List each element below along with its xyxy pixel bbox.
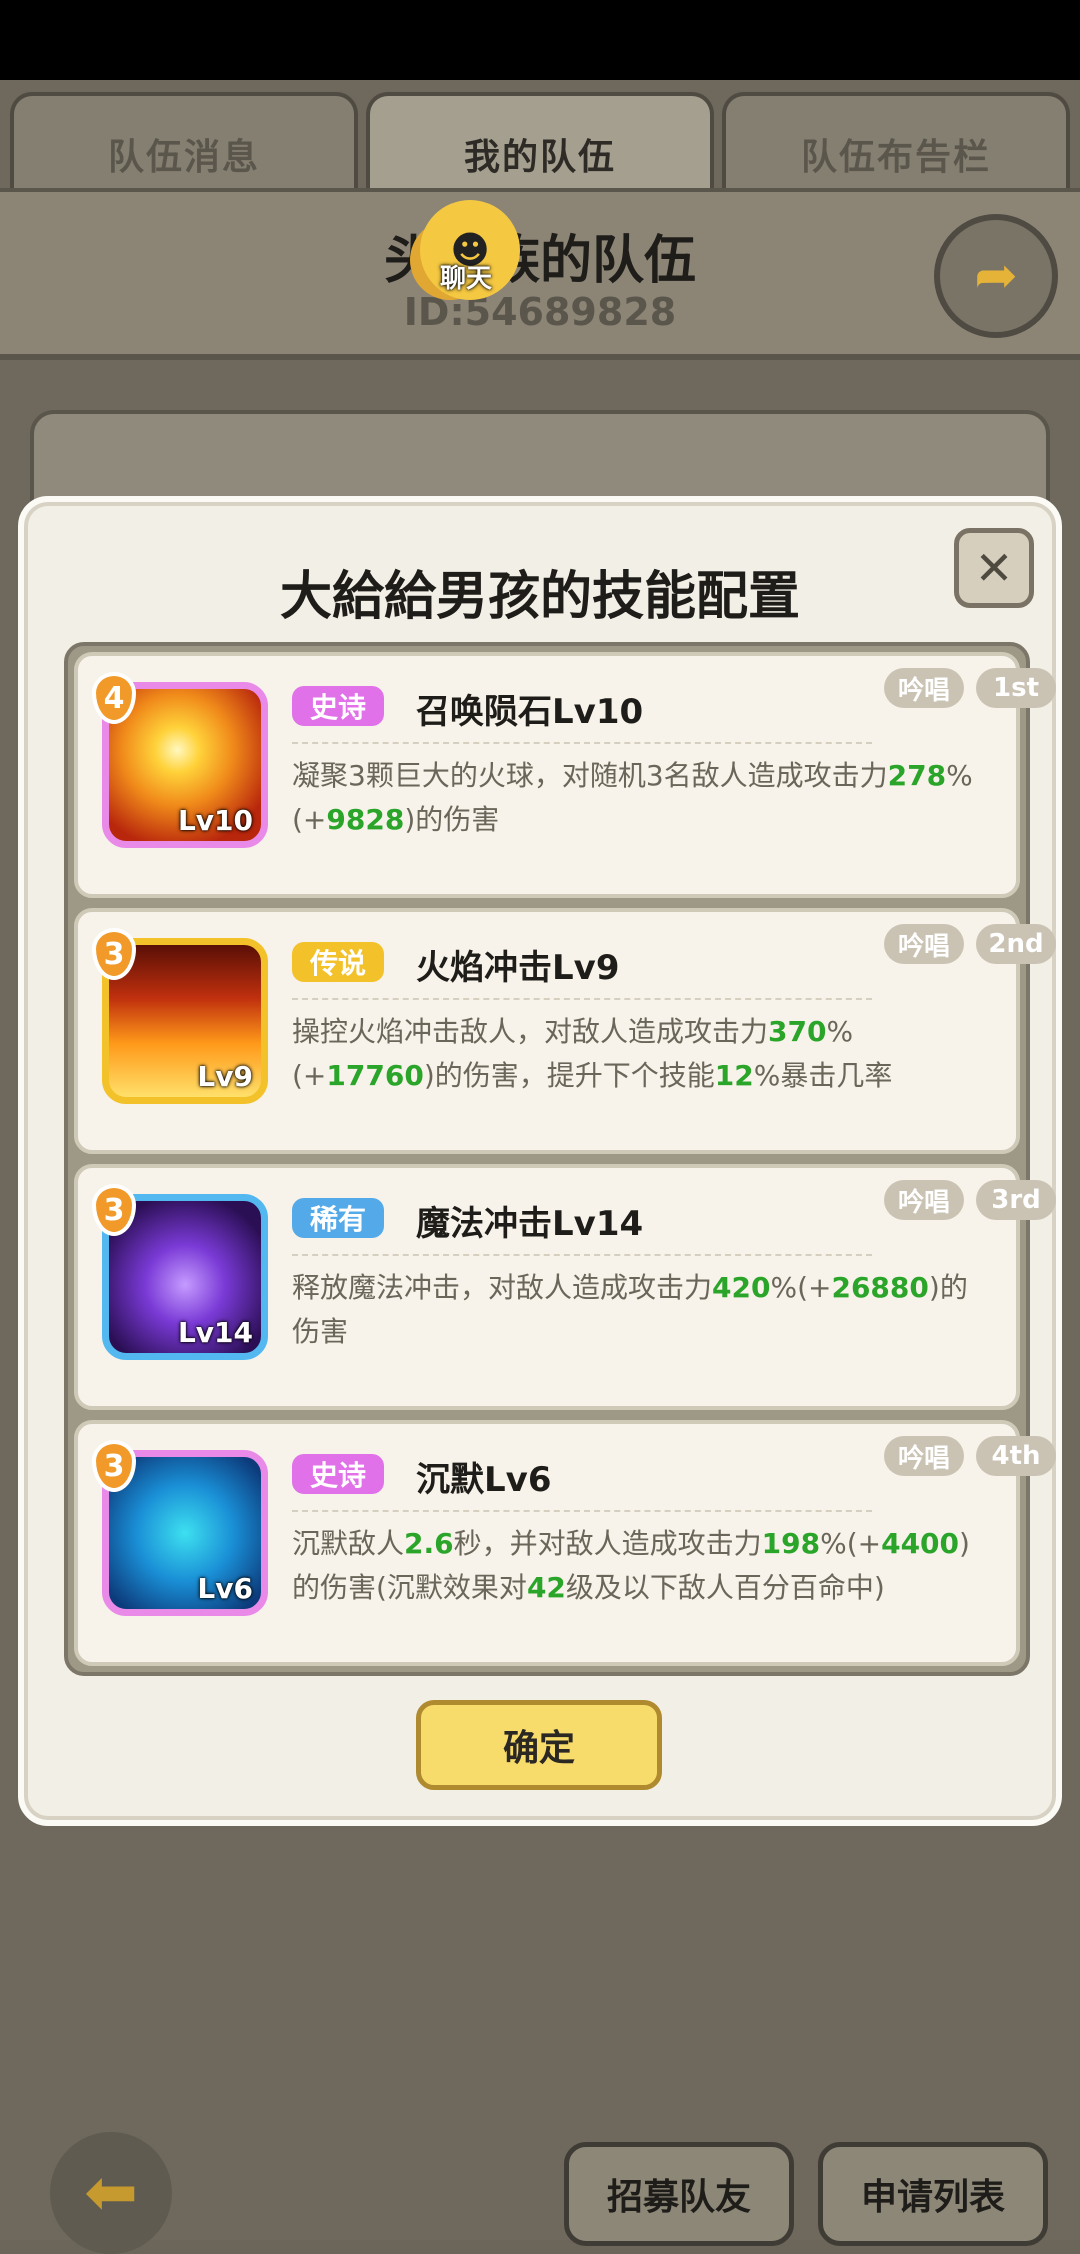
skill-description: 释放魔法冲击，对敌人造成攻击力420%(+26880)的伤害: [292, 1271, 968, 1348]
status-bar: [0, 0, 1080, 80]
skill-level-label: Lv6: [197, 1572, 253, 1605]
skill-description: 凝聚3颗巨大的火球，对随机3名敌人造成攻击力278%(+9828)的伤害: [292, 759, 973, 836]
divider: [292, 1510, 872, 1512]
confirm-button[interactable]: 确定: [416, 1700, 662, 1790]
skill-description: 操控火焰冲击敌人，对敌人造成攻击力370%(+17760)的伤害，提升下个技能1…: [292, 1015, 893, 1092]
divider: [292, 1254, 872, 1256]
skill-name: 火焰冲击Lv9: [416, 948, 620, 988]
chant-tag: 吟唱: [884, 924, 964, 964]
modal-title: 大給給男孩的技能配置: [279, 567, 800, 627]
team-id: ID:54689828: [403, 290, 677, 334]
team-banner: 头铁族的队伍 ID:54689828 ➦: [0, 188, 1080, 360]
skill-card[interactable]: Lv9 3 传说 火焰冲击Lv9 吟唱 2nd 操控火焰冲击敌人，对敌人造成攻击…: [74, 908, 1056, 1154]
skill-level-label: Lv9: [197, 1060, 253, 1093]
rarity-tag: 稀有: [292, 1198, 385, 1238]
skill-card[interactable]: Lv6 3 史诗 沉默Lv6 吟唱 4th 沉默敌人2.6秒，并对敌人造成攻击力…: [74, 1420, 1056, 1666]
close-icon: ✕: [974, 541, 1014, 595]
skill-level-label: Lv14: [177, 1316, 253, 1349]
back-button[interactable]: ⬅: [50, 2132, 172, 2254]
order-tag: 2nd: [976, 924, 1056, 964]
chant-tag: 吟唱: [884, 1436, 964, 1476]
skill-name: 沉默Lv6: [416, 1460, 552, 1500]
exit-team-button[interactable]: ➦: [934, 214, 1058, 338]
recruit-button[interactable]: 招募队友: [564, 2142, 794, 2246]
rarity-tag: 史诗: [292, 686, 385, 726]
skill-card[interactable]: Lv14 3 稀有 魔法冲击Lv14 吟唱 3rd 释放魔法冲击，对敌人造成攻击…: [74, 1164, 1056, 1410]
skill-name: 魔法冲击Lv14: [416, 1204, 644, 1244]
team-name: 头铁族的队伍: [383, 231, 696, 291]
skill-card[interactable]: Lv10 4 史诗 召唤陨石Lv10 吟唱 1st 凝聚3颗巨大的火球，对随机3…: [74, 652, 1056, 898]
skill-description: 沉默敌人2.6秒，并对敌人造成攻击力198%(+4400)的伤害(沉默效果对42…: [292, 1527, 970, 1604]
chat-label: 聊天: [439, 264, 492, 294]
rarity-tag: 传说: [292, 942, 385, 982]
order-tag: 1st: [976, 668, 1056, 708]
chant-tag: 吟唱: [884, 1180, 964, 1220]
skill-config-modal: 大給給男孩的技能配置 ✕ Lv10 4 史诗 召唤陨石Lv10 吟唱 1st 凝…: [18, 496, 1062, 1826]
skill-name: 召唤陨石Lv10: [416, 692, 644, 732]
order-tag: 4th: [976, 1436, 1056, 1476]
divider: [292, 742, 872, 744]
skill-list: Lv10 4 史诗 召唤陨石Lv10 吟唱 1st 凝聚3颗巨大的火球，对随机3…: [64, 642, 1056, 1676]
close-button[interactable]: ✕: [954, 528, 1034, 608]
back-arrow-icon: ⬅: [84, 2156, 138, 2230]
divider: [292, 998, 872, 1000]
chant-tag: 吟唱: [884, 668, 964, 708]
skill-level-label: Lv10: [177, 804, 253, 837]
order-tag: 3rd: [976, 1180, 1056, 1220]
exit-icon: ➦: [974, 246, 1018, 306]
rarity-tag: 史诗: [292, 1454, 385, 1494]
apply-list-button[interactable]: 申请列表: [818, 2142, 1048, 2246]
